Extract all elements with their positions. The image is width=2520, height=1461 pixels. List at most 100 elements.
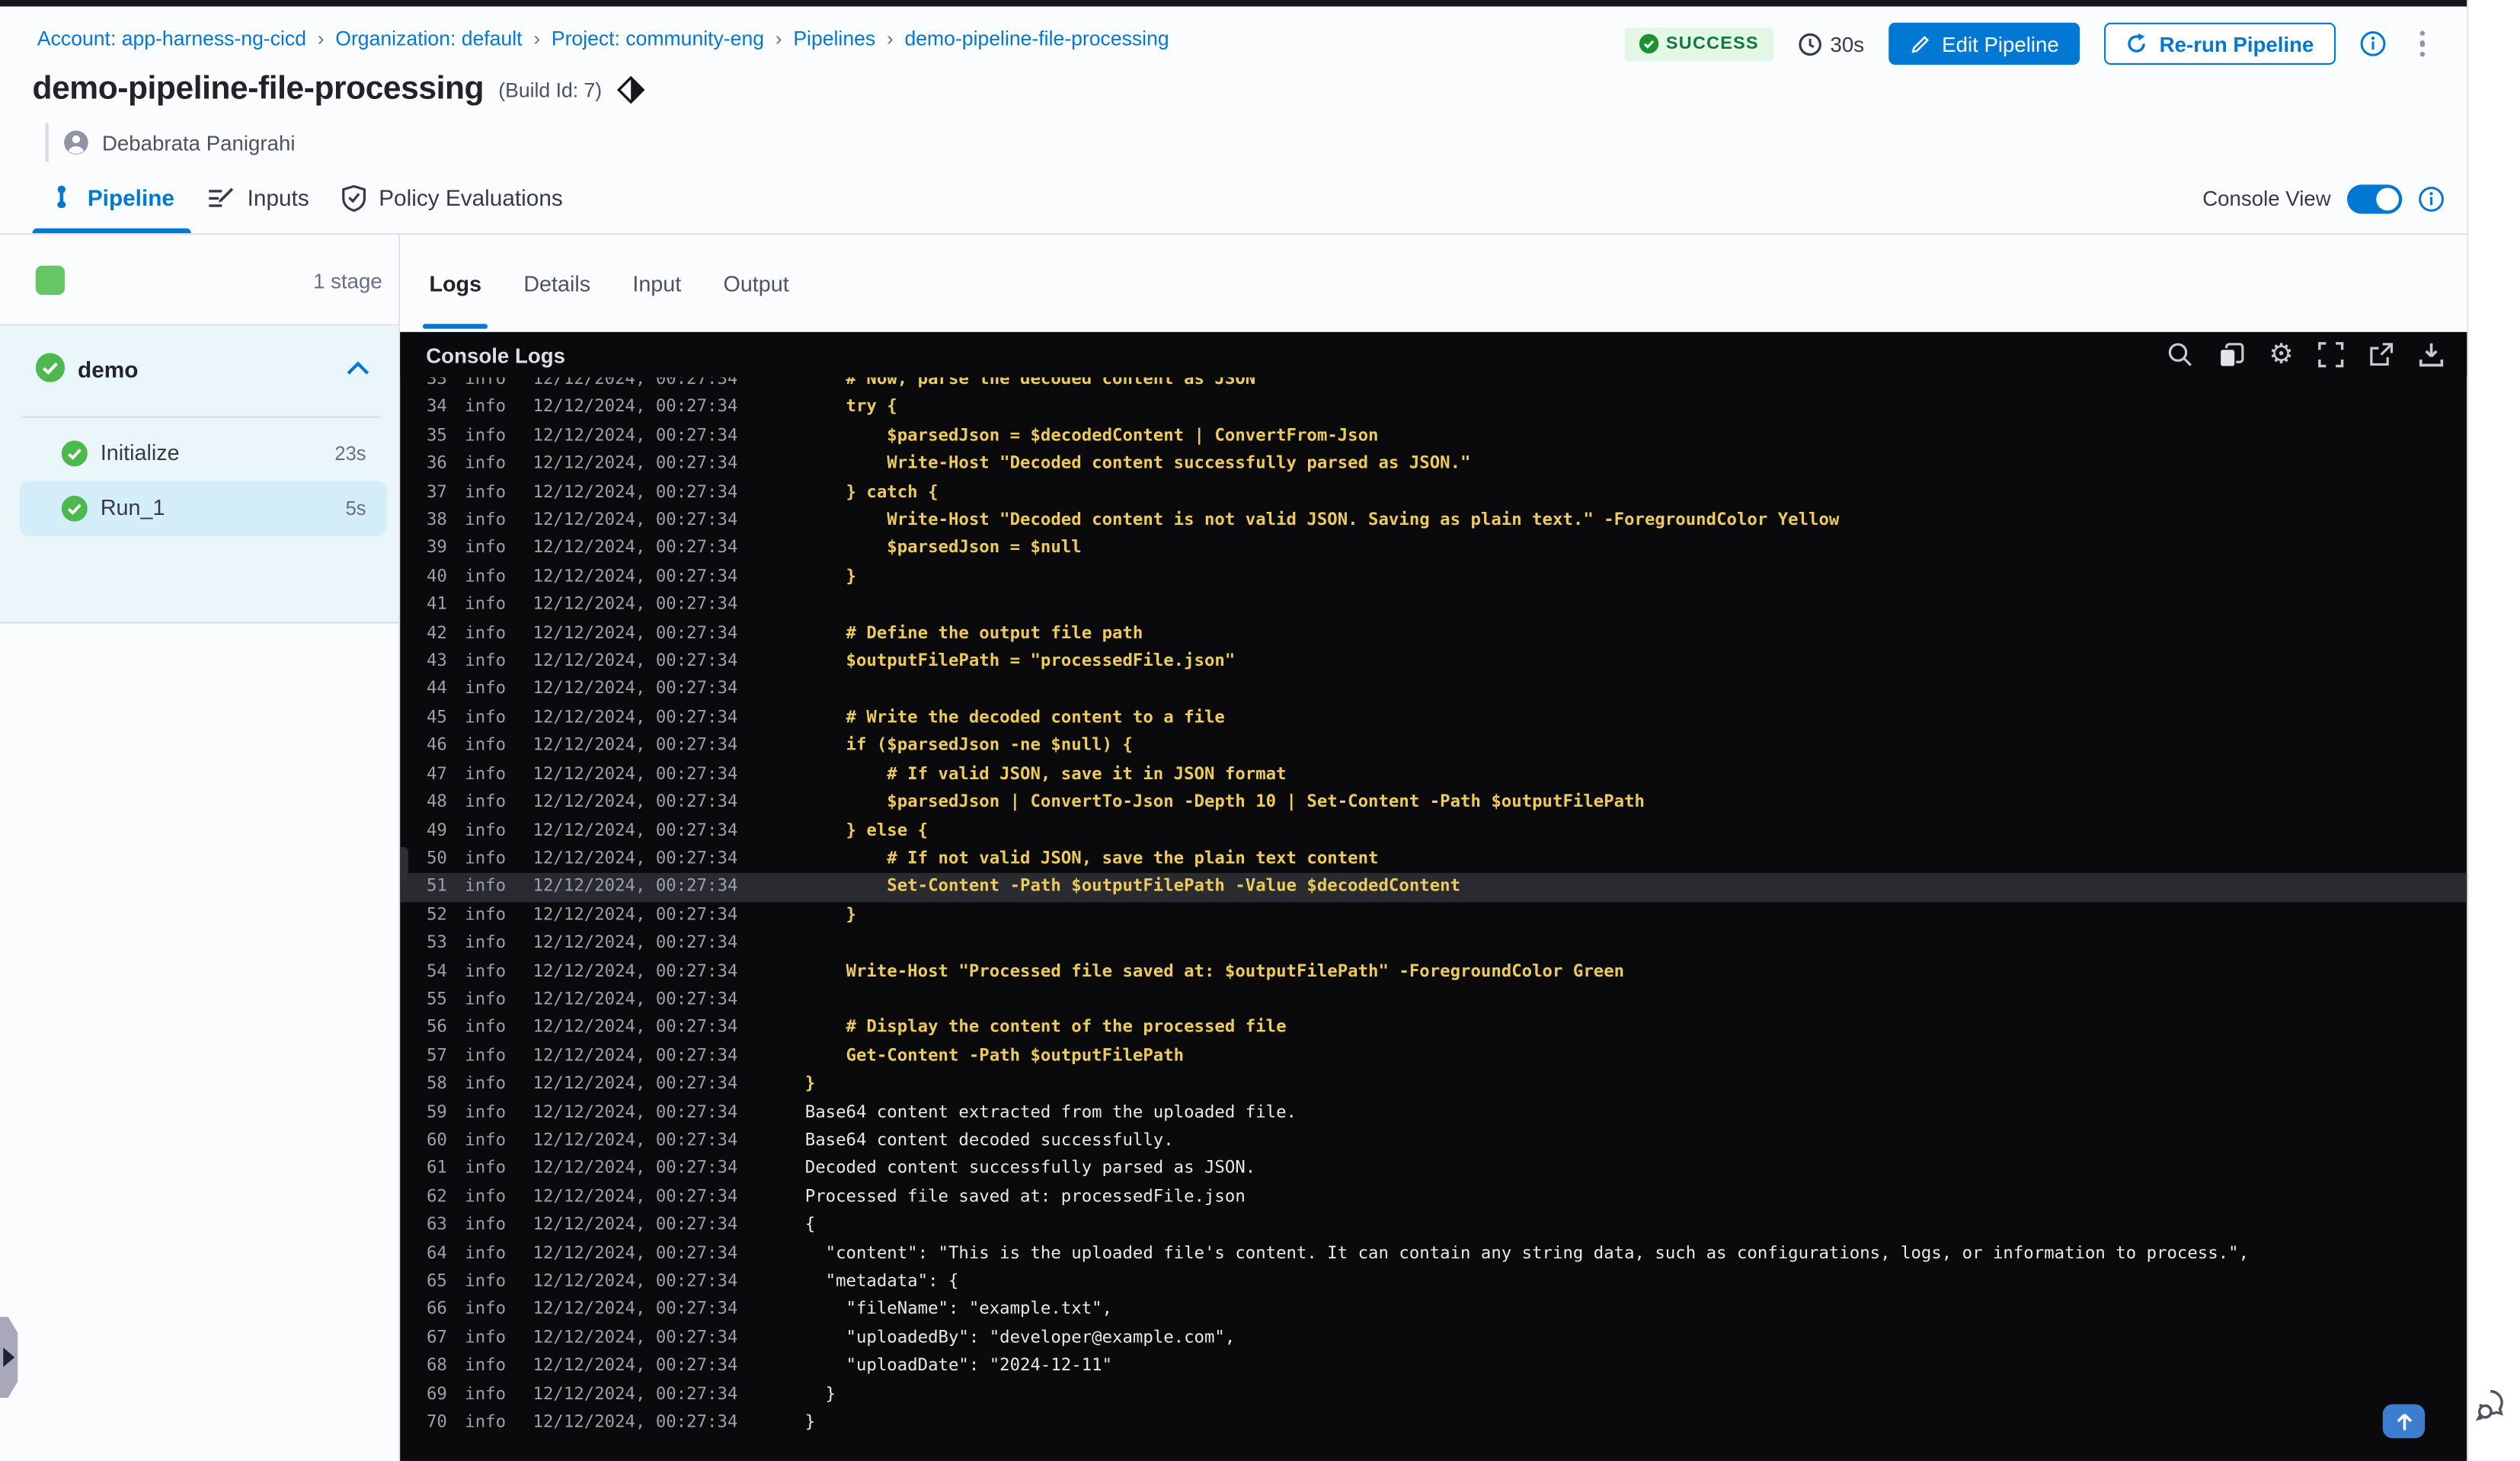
tab-inputs-label: Inputs bbox=[247, 184, 309, 211]
log-line: 56 info 12/12/2024, 00:27:34 # Display the… bbox=[400, 1015, 2467, 1043]
log-timestamp: 12/12/2024, 00:27:34 bbox=[532, 1243, 738, 1263]
log-level: info bbox=[465, 510, 507, 530]
toggle-knob bbox=[2376, 187, 2400, 210]
log-timestamp: 12/12/2024, 00:27:34 bbox=[532, 453, 738, 474]
log-message: Base64 content extracted from the upload… bbox=[804, 1102, 1297, 1122]
log-level: info bbox=[465, 679, 507, 699]
log-timestamp: 12/12/2024, 00:27:34 bbox=[532, 848, 738, 868]
rerun-info-icon[interactable] bbox=[2359, 30, 2385, 56]
log-line: 54 info 12/12/2024, 00:27:34 Write-Host "P… bbox=[400, 958, 2467, 986]
log-line-number: 59 bbox=[426, 1102, 447, 1122]
settings-icon[interactable]: ⚙ bbox=[2269, 340, 2293, 369]
breadcrumb-link[interactable]: Organization: default bbox=[335, 27, 522, 50]
log-line-number: 62 bbox=[426, 1187, 447, 1207]
stage-row-demo[interactable]: demo bbox=[0, 338, 398, 397]
breadcrumb-link[interactable]: Account: app-harness-ng-cicd bbox=[37, 27, 306, 50]
log-line-number: 64 bbox=[426, 1243, 447, 1263]
log-level: info bbox=[465, 735, 507, 756]
log-level: info bbox=[465, 876, 507, 897]
step-row[interactable]: Initialize 23s bbox=[20, 426, 388, 481]
log-line-number: 60 bbox=[426, 1130, 447, 1150]
log-message: Get-Content -Path $outputFilePath bbox=[804, 1046, 1185, 1066]
log-message: # If not valid JSON, save the plain text… bbox=[804, 848, 1379, 868]
step-success-icon bbox=[61, 440, 88, 467]
tab-policy-evaluations[interactable]: Policy Evaluations bbox=[325, 162, 579, 234]
log-timestamp: 12/12/2024, 00:27:34 bbox=[532, 1130, 738, 1150]
log-line: 35 info 12/12/2024, 00:27:34 $parsedJson =… bbox=[400, 423, 2467, 451]
download-icon[interactable] bbox=[2419, 342, 2445, 368]
breadcrumb-item: Pipelines › bbox=[793, 27, 904, 50]
scroll-to-top-button[interactable] bbox=[2382, 1404, 2426, 1439]
log-tab[interactable]: Logs bbox=[422, 235, 489, 332]
breadcrumb: Account: app-harness-ng-cicd › Organizati… bbox=[37, 27, 1169, 50]
edit-pipeline-button[interactable]: Edit Pipeline bbox=[1888, 22, 2080, 66]
console-view-label: Console View bbox=[2202, 186, 2331, 211]
log-line-number: 70 bbox=[426, 1412, 447, 1432]
log-line-number: 55 bbox=[426, 989, 447, 1009]
step-name: Initialize bbox=[100, 440, 180, 465]
log-message bbox=[747, 676, 805, 705]
console-resize-handle[interactable] bbox=[400, 847, 408, 880]
execution-sidebar: 1 stage demo Initialize 23s Run_1 5s bbox=[0, 235, 401, 1461]
log-timestamp: 12/12/2024, 00:27:34 bbox=[532, 933, 738, 953]
log-message: "uploadedBy": "developer@example.com", bbox=[804, 1328, 1236, 1348]
log-level: info bbox=[465, 820, 507, 840]
open-in-new-icon[interactable] bbox=[2368, 342, 2394, 368]
log-message: } bbox=[804, 1384, 836, 1404]
chevron-up-icon[interactable] bbox=[347, 361, 369, 376]
log-level: info bbox=[465, 1102, 507, 1122]
shield-check-icon bbox=[341, 184, 366, 212]
log-line-number: 67 bbox=[426, 1328, 447, 1348]
breadcrumb-link[interactable]: demo-pipeline-file-processing bbox=[904, 27, 1169, 50]
console-view-toggle[interactable] bbox=[2347, 184, 2403, 213]
log-level: info bbox=[465, 1018, 507, 1037]
active-tab-underline bbox=[32, 228, 191, 234]
console-view-info-icon[interactable] bbox=[2419, 185, 2445, 211]
rerun-pipeline-button[interactable]: Re-run Pipeline bbox=[2104, 22, 2336, 66]
sidebar-expand-handle[interactable] bbox=[0, 1316, 18, 1398]
log-tab[interactable]: Output bbox=[720, 235, 792, 332]
log-message: "uploadDate": "2024-12-11" bbox=[804, 1356, 1113, 1376]
log-message bbox=[747, 592, 805, 620]
breadcrumb-separator: › bbox=[533, 27, 540, 50]
log-line: 57 info 12/12/2024, 00:27:34 Get-Content -… bbox=[400, 1043, 2467, 1071]
log-tab[interactable]: Details bbox=[520, 235, 593, 332]
log-line: 47 info 12/12/2024, 00:27:34 # If valid JS… bbox=[400, 761, 2467, 789]
tab-pipeline[interactable]: Pipeline bbox=[32, 162, 191, 234]
log-level: info bbox=[465, 791, 507, 812]
log-line: 45 info 12/12/2024, 00:27:34 # Write the d… bbox=[400, 705, 2467, 733]
fullscreen-icon[interactable] bbox=[2318, 342, 2344, 368]
log-line-number: 68 bbox=[426, 1356, 447, 1376]
log-line-number: 69 bbox=[426, 1384, 447, 1404]
log-line-number: 35 bbox=[426, 425, 447, 446]
step-row[interactable]: Run_1 5s bbox=[19, 481, 388, 536]
clock-icon bbox=[1799, 32, 1821, 56]
log-tab[interactable]: Input bbox=[629, 235, 684, 332]
log-message: Write-Host "Decoded content successfully… bbox=[804, 453, 1471, 474]
search-icon[interactable] bbox=[2167, 342, 2192, 368]
log-line-number: 56 bbox=[426, 1018, 447, 1037]
pipeline-execution-page: Account: app-harness-ng-cicd › Organizati… bbox=[0, 0, 2520, 1461]
log-timestamp: 12/12/2024, 00:27:34 bbox=[532, 1328, 738, 1348]
log-timestamp: 12/12/2024, 00:27:34 bbox=[532, 1271, 738, 1291]
breadcrumb-separator: › bbox=[775, 27, 782, 50]
log-message: } bbox=[804, 1412, 816, 1432]
log-line: 67 info 12/12/2024, 00:27:34 "uploadedBy":… bbox=[400, 1325, 2467, 1353]
copy-icon[interactable] bbox=[2217, 341, 2244, 369]
console-log-lines: 33 info 12/12/2024, 00:27:34 # Now, parse … bbox=[400, 366, 2467, 1437]
title-row: demo-pipeline-file-processing (Build Id:… bbox=[33, 72, 644, 109]
breadcrumb-link[interactable]: Project: community-eng bbox=[552, 27, 764, 50]
help-chat-icon[interactable] bbox=[2475, 1386, 2514, 1425]
log-message: # Define the output file path bbox=[804, 622, 1143, 643]
breadcrumb-link[interactable]: Pipelines bbox=[793, 27, 875, 50]
log-message: try { bbox=[804, 397, 897, 417]
log-level: info bbox=[465, 622, 507, 643]
log-timestamp: 12/12/2024, 00:27:34 bbox=[532, 1018, 738, 1037]
tab-inputs[interactable]: Inputs bbox=[190, 162, 325, 234]
log-line-number: 53 bbox=[426, 933, 447, 953]
log-message: Set-Content -Path $outputFilePath -Value… bbox=[804, 876, 1461, 897]
log-timestamp: 12/12/2024, 00:27:34 bbox=[532, 707, 738, 727]
breadcrumb-item: demo-pipeline-file-processing bbox=[904, 27, 1169, 50]
more-options-kebab-icon[interactable] bbox=[2410, 27, 2435, 61]
log-line: 58 info 12/12/2024, 00:27:34} bbox=[400, 1071, 2467, 1099]
